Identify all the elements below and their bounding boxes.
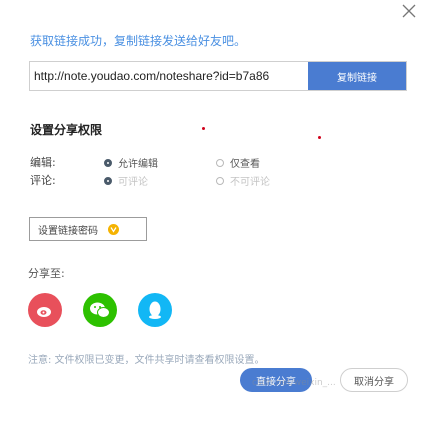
close-icon[interactable]	[400, 2, 418, 20]
weibo-icon[interactable]	[28, 293, 62, 327]
notice-text: 注意: 文件权限已变更，文件共享时请查看权限设置。	[28, 355, 265, 366]
wechat-icon[interactable]	[83, 293, 117, 327]
set-password-button[interactable]: 设置链接密码	[29, 217, 147, 241]
marker-dot	[318, 136, 321, 139]
radio-view-only[interactable]: 仅查看	[216, 155, 260, 170]
radio-can-comment[interactable]: 可评论	[104, 173, 148, 188]
edit-permission-label: 编辑:	[30, 156, 56, 169]
set-password-label: 设置链接密码	[38, 225, 98, 237]
radio-checked-icon	[104, 176, 112, 185]
comment-permission-label: 评论:	[30, 174, 56, 187]
radio-checked-icon	[104, 158, 112, 167]
qq-icon[interactable]	[138, 293, 172, 327]
share-link-input[interactable]	[30, 62, 308, 90]
share-link-row: 复制链接	[29, 61, 407, 91]
success-message: 获取链接成功，复制链接发送给好友吧。	[30, 34, 247, 48]
radio-allow-edit[interactable]: 允许编辑	[104, 155, 158, 170]
vip-coin-icon	[108, 223, 119, 235]
cancel-share-button[interactable]: 取消分享	[340, 368, 408, 392]
marker-dot	[202, 127, 205, 130]
radio-unchecked-icon	[216, 158, 224, 167]
radio-label: 允许编辑	[118, 159, 158, 170]
radio-no-comment[interactable]: 不可评论	[216, 173, 270, 188]
direct-share-button[interactable]: 直接分享	[240, 368, 312, 392]
permissions-title: 设置分享权限	[30, 123, 103, 137]
radio-label: 可评论	[118, 177, 148, 188]
radio-label: 仅查看	[230, 159, 260, 170]
share-to-label: 分享至:	[28, 267, 65, 280]
copy-link-button[interactable]: 复制链接	[308, 62, 406, 90]
radio-unchecked-icon	[216, 176, 224, 185]
radio-label: 不可评论	[230, 177, 270, 188]
